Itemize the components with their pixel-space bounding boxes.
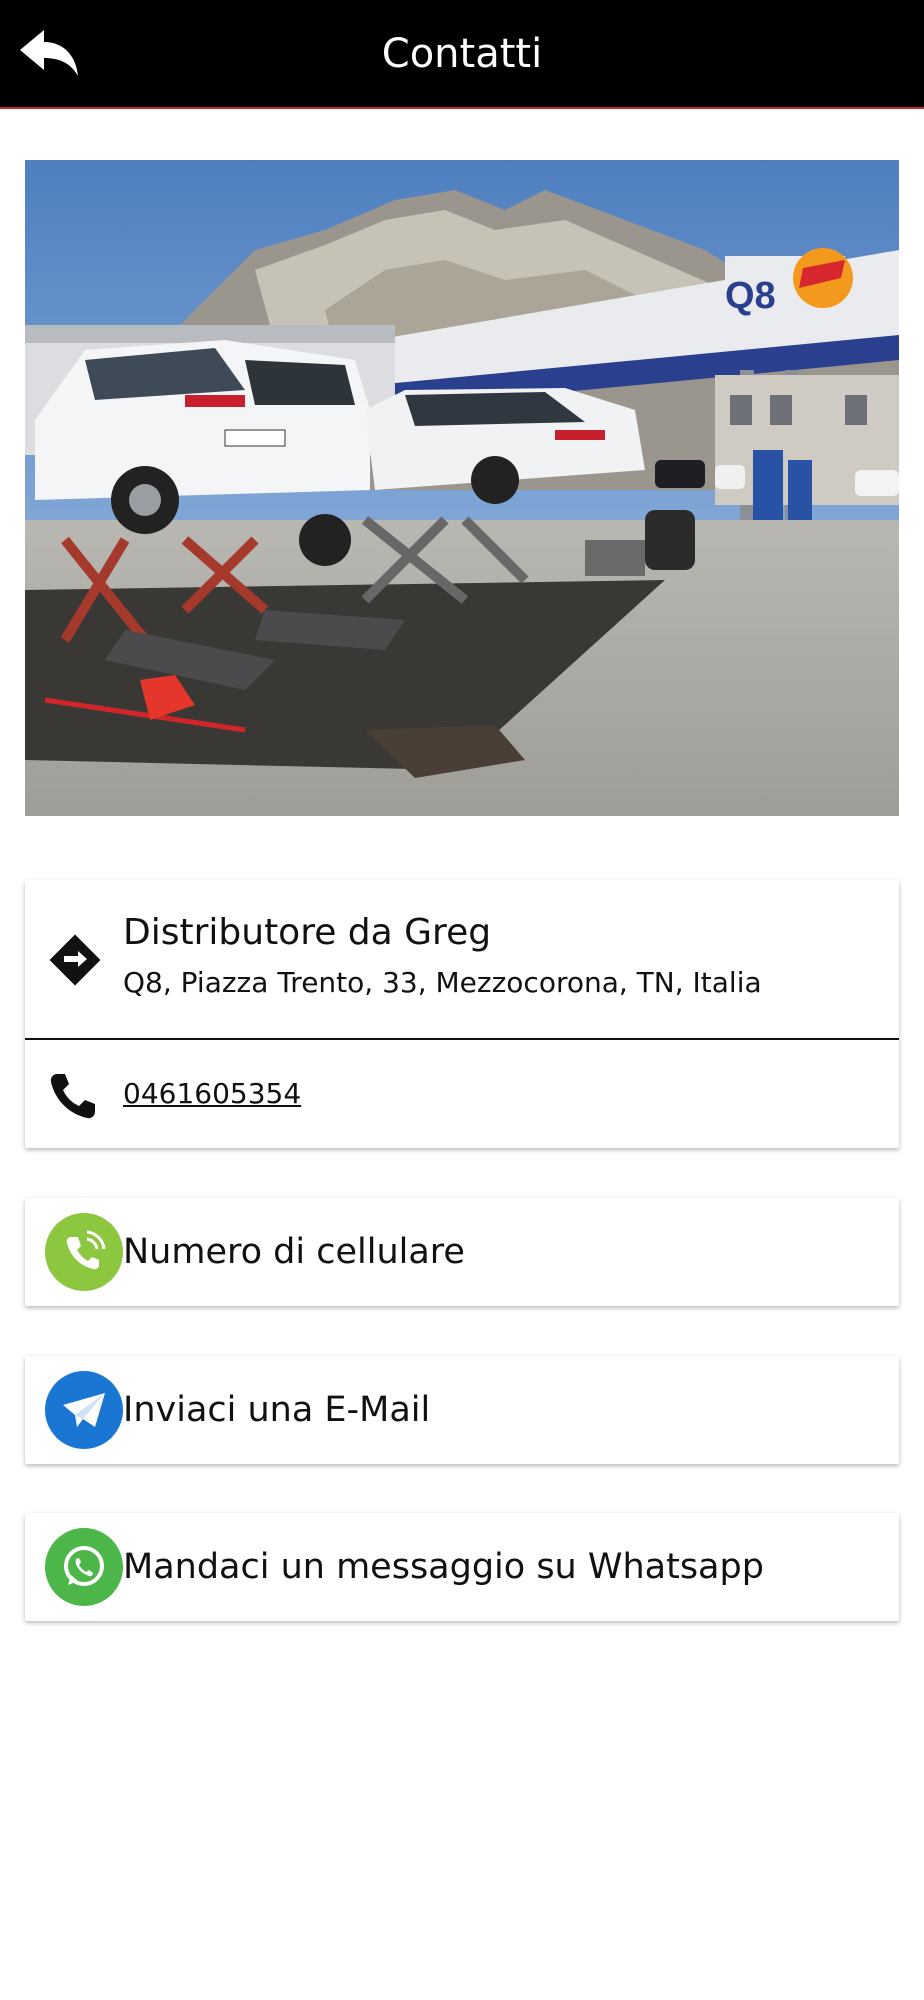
whatsapp-icon — [45, 1528, 123, 1606]
mobile-number-label: Numero di cellulare — [123, 1232, 465, 1272]
send-email-button[interactable]: Inviaci una E-Mail — [25, 1356, 899, 1464]
svg-text:Q8: Q8 — [725, 275, 776, 317]
business-address: Q8, Piazza Trento, 33, Mezzocorona, TN, … — [123, 966, 762, 999]
page-title: Contatti — [381, 31, 543, 77]
contact-card: Distributore da Greg Q8, Piazza Trento, … — [25, 880, 899, 1148]
business-name: Distributore da Greg — [123, 912, 492, 953]
phone-number-link[interactable]: 0461605354 — [123, 1074, 301, 1114]
send-email-label: Inviaci una E-Mail — [123, 1390, 431, 1430]
whatsapp-label: Mandaci un messaggio su Whatsapp — [123, 1547, 764, 1587]
phone-row[interactable]: 0461605354 — [25, 1040, 899, 1148]
top-app-bar: Contatti — [0, 0, 924, 109]
directions-icon — [49, 934, 101, 986]
whatsapp-message-button[interactable]: Mandaci un messaggio su Whatsapp — [25, 1513, 899, 1621]
mobile-number-button[interactable]: Numero di cellulare — [25, 1198, 899, 1306]
phone-icon — [50, 1074, 95, 1119]
email-icon — [45, 1371, 123, 1449]
mobile-call-icon — [45, 1213, 123, 1291]
hero-photo: Q8 — [25, 160, 899, 816]
address-row[interactable]: Distributore da Greg Q8, Piazza Trento, … — [25, 880, 899, 1038]
